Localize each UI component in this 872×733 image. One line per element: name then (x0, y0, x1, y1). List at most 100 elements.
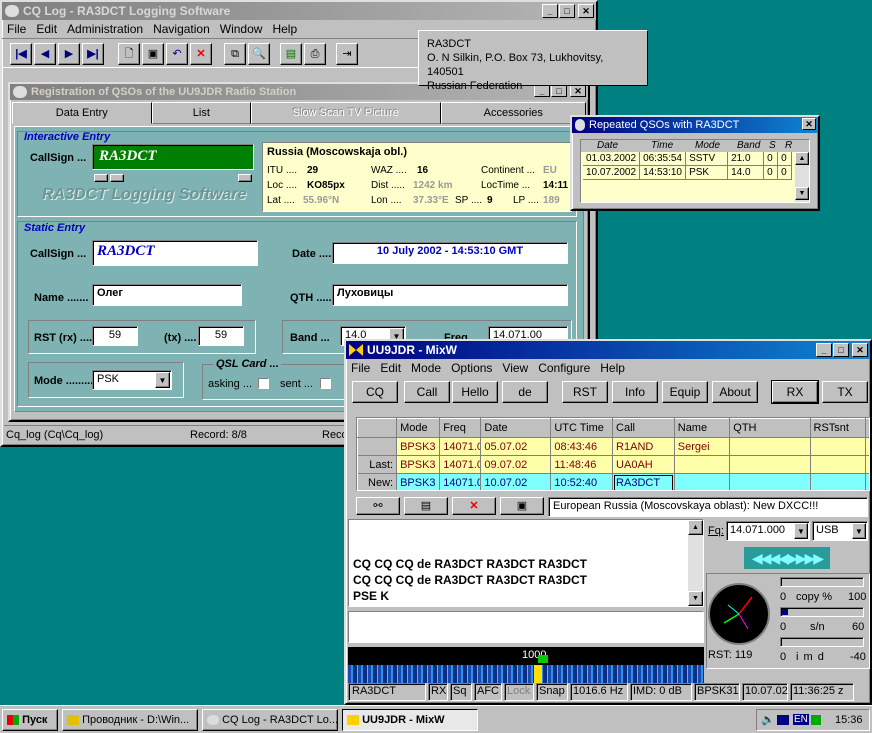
slider-left-handle[interactable] (94, 174, 108, 182)
rx-button[interactable]: RX (771, 380, 819, 404)
rst-tx-input[interactable]: 59 (198, 326, 244, 346)
next-record-icon[interactable]: ▶ (58, 43, 80, 65)
prev-record-icon[interactable]: ◀ (34, 43, 56, 65)
scroll-down-icon[interactable]: ▼ (795, 187, 809, 200)
qsl-asking-checkbox[interactable] (258, 378, 269, 389)
header-cell[interactable]: Call (612, 418, 675, 438)
sideband-select[interactable]: USB ▼ (812, 521, 868, 541)
header-cell[interactable]: Date (480, 418, 552, 438)
status-mode[interactable]: BPSK31 (694, 683, 740, 701)
mixw-titlebar[interactable]: UU9JDR - MixW _ □ ✕ (346, 341, 870, 359)
task-explorer[interactable]: Проводник - D:\Win... (62, 709, 198, 731)
language-indicator[interactable]: EN (793, 714, 809, 725)
cqlog-titlebar[interactable]: CQ Log - RA3DCT Logging Software _ □ ✕ (2, 2, 596, 20)
menu-navigation[interactable]: Navigation (148, 22, 215, 36)
info-button[interactable]: Info (612, 381, 658, 403)
repeated-titlebar[interactable]: Repeated QSOs with RA3DCT ✕ (572, 117, 818, 133)
rx-scrollbar[interactable]: ▲ ▼ (688, 520, 703, 606)
menu-help[interactable]: Help (595, 361, 630, 375)
status-lock[interactable]: Lock (504, 683, 534, 701)
mode-select[interactable]: PSK ▼ (92, 370, 172, 390)
last-record-icon[interactable]: ▶| (82, 43, 104, 65)
tab-data-entry[interactable]: Data Entry (12, 102, 152, 124)
header-cell[interactable]: QTH (729, 418, 811, 438)
minimize-button[interactable]: _ (542, 4, 558, 18)
save-icon[interactable]: ▣ (142, 43, 164, 65)
rst-rx-input[interactable]: 59 (92, 326, 138, 346)
scroll-up-icon[interactable]: ▲ (688, 520, 703, 535)
task-cqlog[interactable]: CQ Log - RA3DCT Lo... (202, 709, 338, 731)
menu-edit[interactable]: Edit (375, 361, 406, 375)
table-row[interactable]: 01.03.2002 06:35:54 SSTV 21.0 0 0 (583, 152, 793, 166)
undo-icon[interactable]: ↶ (166, 43, 188, 65)
delete-entry-icon[interactable]: ✕ (452, 497, 496, 515)
scroll-up-icon[interactable]: ▲ (795, 152, 809, 165)
exit-icon[interactable]: ⇥ (336, 43, 358, 65)
database-icon[interactable]: ▤ (280, 43, 302, 65)
qsl-sent-checkbox[interactable] (320, 378, 331, 389)
status-sq[interactable]: Sq (450, 683, 472, 701)
frequency-select[interactable]: 14.071.000 ▼ (726, 521, 810, 541)
menu-view[interactable]: View (497, 361, 533, 375)
lookup-icon[interactable]: ⚯ (356, 497, 400, 515)
monitor-icon[interactable] (777, 715, 789, 725)
print-icon[interactable]: ⎙ (304, 43, 326, 65)
name-input[interactable]: Олег (92, 284, 242, 306)
new-record-icon[interactable]: 🗋 (118, 43, 140, 65)
status-rx[interactable]: RX (428, 683, 448, 701)
menu-mode[interactable]: Mode (406, 361, 446, 375)
first-record-icon[interactable]: |◀ (10, 43, 32, 65)
status-afc[interactable]: AFC (474, 683, 502, 701)
maximize-button[interactable]: □ (833, 343, 849, 357)
save-entry-icon[interactable]: ▣ (500, 497, 544, 515)
network-icon[interactable] (811, 715, 821, 725)
minimize-button[interactable]: _ (816, 343, 832, 357)
interactive-callsign-input[interactable]: RA3DCT (92, 144, 254, 170)
table-row[interactable]: 10.07.2002 14:53:10 PSK 14.0 0 0 (583, 165, 793, 180)
menu-options[interactable]: Options (446, 361, 497, 375)
waterfall-cursor[interactable] (538, 655, 548, 663)
cell[interactable]: RA3DCT (612, 473, 675, 490)
cq-button[interactable]: CQ (352, 381, 398, 403)
tab-sstv-picture[interactable]: Slow Scan TV Picture (251, 102, 441, 124)
chevron-down-icon[interactable]: ▼ (852, 523, 866, 539)
log-row-new[interactable]: New: BPSK3 14071.0 10.07.02 10:52:40 RA3DCT (357, 473, 869, 490)
chevron-down-icon[interactable]: ▼ (155, 372, 170, 388)
hello-button[interactable]: Hello (452, 381, 498, 403)
waterfall[interactable]: 1000 (348, 647, 704, 683)
status-snap[interactable]: Snap (536, 683, 568, 701)
chevron-down-icon[interactable]: ▼ (794, 523, 808, 539)
slider-mid-handle[interactable] (110, 174, 124, 182)
tx-button[interactable]: TX (822, 381, 868, 403)
equip-button[interactable]: Equip (662, 381, 708, 403)
call-button[interactable]: Call (404, 381, 450, 403)
rst-button[interactable]: RST (562, 381, 608, 403)
static-callsign-input[interactable]: RA3DCT (92, 240, 258, 266)
close-button[interactable]: ✕ (852, 343, 868, 357)
edit-entry-icon[interactable]: ▤ (404, 497, 448, 515)
delete-icon[interactable]: ✕ (190, 43, 212, 65)
header-cell[interactable]: Name (673, 418, 731, 438)
slider-right-handle[interactable] (238, 174, 252, 182)
menu-window[interactable]: Window (215, 22, 268, 36)
de-button[interactable]: de (502, 381, 548, 403)
tx-text-area[interactable] (348, 611, 704, 643)
copy-icon[interactable]: ⧉ (224, 43, 246, 65)
menu-configure[interactable]: Configure (533, 361, 595, 375)
menu-administration[interactable]: Administration (62, 22, 148, 36)
speaker-icon[interactable]: 🔈 (761, 713, 775, 726)
header-cell[interactable]: UTC Time (550, 418, 614, 438)
log-row[interactable]: BPSK3 14071.0 05.07.02 08:43:46 R1AND Sergei (357, 437, 869, 456)
search-icon[interactable]: 🔍 (248, 43, 270, 65)
menu-edit[interactable]: Edit (31, 22, 62, 36)
start-button[interactable]: Пуск (2, 709, 58, 731)
header-cell[interactable]: RSTsnt (809, 418, 867, 438)
rx-text-area[interactable]: CQ CQ CQ de RA3DCT RA3DCT RA3DCT CQ CQ C… (348, 519, 704, 607)
scroll-down-icon[interactable]: ▼ (688, 591, 703, 606)
log-row[interactable]: Last: BPSK3 14071.0 09.07.02 11:48:46 UA0AH (357, 455, 869, 474)
header-cell[interactable]: Freq (439, 418, 482, 438)
menu-file[interactable]: File (2, 22, 31, 36)
maximize-button[interactable]: □ (559, 4, 575, 18)
tuning-arrows-icon[interactable]: ◀◀◀◀▶▶▶▶ (744, 547, 830, 569)
close-button[interactable]: ✕ (802, 118, 816, 130)
